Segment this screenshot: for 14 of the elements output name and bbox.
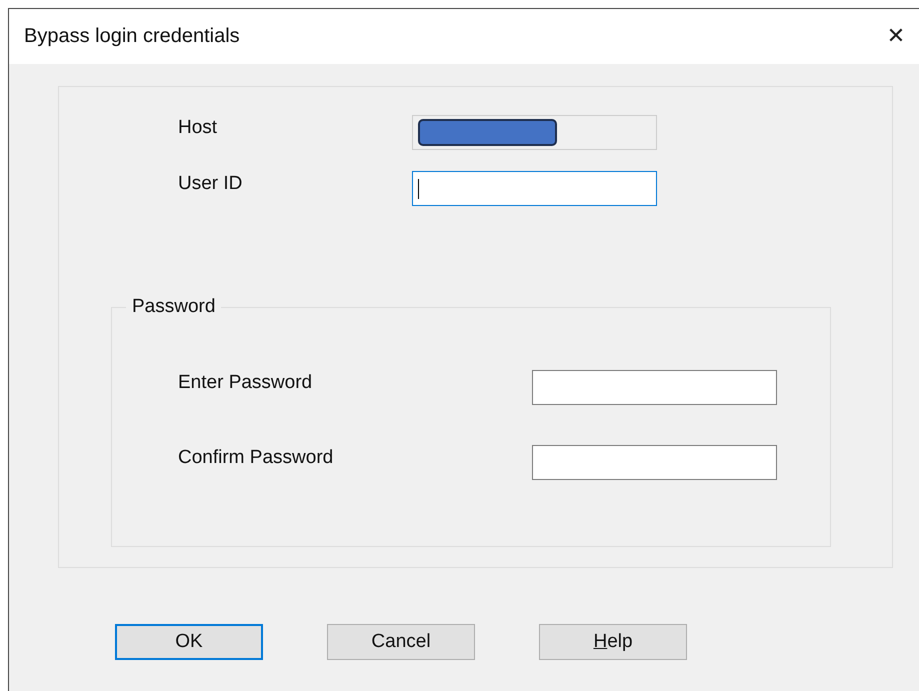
text-cursor	[418, 179, 419, 199]
dialog-button[interactable]: OK	[115, 624, 263, 660]
field-label: Host	[177, 117, 218, 139]
input-field[interactable]	[412, 171, 657, 206]
field-label: Enter Password	[177, 372, 314, 394]
dialog-button[interactable]: Help	[539, 624, 687, 660]
field-label: User ID	[177, 173, 244, 195]
close-button[interactable]: ✕	[873, 14, 919, 60]
field-label: Confirm Password	[177, 447, 334, 469]
password-field[interactable]	[532, 445, 777, 480]
password-field[interactable]	[532, 370, 777, 405]
window-title: Bypass login credentials	[24, 25, 240, 48]
readonly-field[interactable]	[412, 115, 657, 150]
dialog-button[interactable]: Cancel	[327, 624, 475, 660]
